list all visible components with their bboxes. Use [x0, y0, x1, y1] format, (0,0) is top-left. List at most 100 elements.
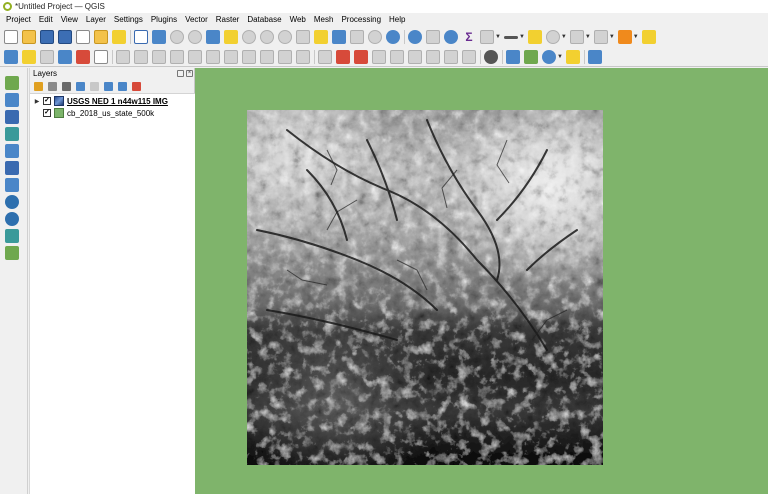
filter-by-expression-icon[interactable]: [90, 81, 99, 91]
menu-layer[interactable]: Layer: [82, 15, 110, 24]
add-vector-layer-icon[interactable]: [5, 76, 19, 90]
measure-icon[interactable]: [480, 30, 494, 44]
quick-osm-icon[interactable]: [484, 49, 498, 64]
remove-layer-icon[interactable]: [132, 81, 141, 91]
collapse-all-icon[interactable]: [118, 81, 127, 91]
menu-help[interactable]: Help: [385, 15, 409, 24]
zoom-last-icon[interactable]: [278, 30, 292, 44]
zoom-in-icon[interactable]: [170, 30, 184, 44]
paste-features-icon[interactable]: [206, 49, 220, 64]
book-icon[interactable]: [587, 49, 602, 64]
layer-item[interactable]: ▶ ✓ USGS NED 1 n44w115 IMG: [30, 95, 196, 107]
add-wcs-icon[interactable]: [5, 229, 19, 243]
new-print-layout-icon[interactable]: [76, 30, 90, 44]
expand-all-icon[interactable]: [104, 81, 113, 91]
manage-map-themes-icon[interactable]: [62, 81, 71, 91]
menu-mesh[interactable]: Mesh: [310, 15, 338, 24]
zoom-to-layer-icon[interactable]: [242, 30, 256, 44]
diagram-tool-icon[interactable]: [390, 49, 404, 64]
deselect-icon[interactable]: [593, 30, 608, 44]
label-toolbar-icon[interactable]: [260, 49, 274, 64]
zoom-next-icon[interactable]: [296, 30, 310, 44]
clock-icon[interactable]: [368, 30, 382, 44]
dropdown-arrow-icon[interactable]: ▼: [585, 34, 591, 40]
current-edits-icon[interactable]: [58, 49, 72, 64]
label-tool-icon[interactable]: [372, 49, 386, 64]
move-label-icon[interactable]: [318, 49, 332, 64]
map-canvas[interactable]: [195, 68, 768, 494]
menu-vector[interactable]: Vector: [181, 15, 212, 24]
pan-icon[interactable]: [134, 30, 148, 44]
copy-features-icon[interactable]: [188, 49, 202, 64]
open-project-icon[interactable]: [22, 30, 36, 44]
add-wms-icon[interactable]: [5, 195, 19, 209]
new-project-icon[interactable]: [4, 30, 18, 44]
show-hide-labels-icon[interactable]: [296, 49, 310, 64]
pan-to-selection-icon[interactable]: [152, 30, 166, 44]
layer-item[interactable]: ✓ cb_2018_us_state_500k: [30, 107, 196, 119]
refresh-icon[interactable]: [386, 30, 400, 44]
python-console-icon[interactable]: [506, 49, 520, 64]
digitize-icon[interactable]: [40, 49, 54, 64]
cut-features-icon[interactable]: [170, 49, 184, 64]
select-features-icon[interactable]: [569, 30, 584, 44]
zoom-native-icon[interactable]: [260, 30, 274, 44]
layer-visibility-checkbox[interactable]: ✓: [43, 109, 51, 117]
vertex-tool-icon[interactable]: [134, 49, 148, 64]
dropdown-arrow-icon[interactable]: ▼: [519, 34, 525, 40]
dropdown-arrow-icon[interactable]: ▼: [633, 34, 639, 40]
help-icon[interactable]: [565, 49, 580, 64]
float-panel-icon[interactable]: [177, 70, 184, 77]
add-postgis-icon[interactable]: [5, 144, 19, 158]
menu-settings[interactable]: Settings: [110, 15, 147, 24]
temporal-controller-icon[interactable]: [350, 30, 364, 44]
menu-web[interactable]: Web: [286, 15, 310, 24]
data-source-manager-icon[interactable]: [4, 49, 18, 64]
highlight-icon[interactable]: [426, 49, 440, 64]
redo-icon[interactable]: [242, 49, 256, 64]
add-mesh-layer-icon[interactable]: [5, 110, 19, 124]
close-panel-icon[interactable]: ×: [186, 70, 193, 77]
identify-icon[interactable]: [408, 30, 422, 44]
menu-project[interactable]: Project: [2, 15, 35, 24]
attribute-table-icon[interactable]: [426, 30, 440, 44]
save-edits-icon[interactable]: [94, 49, 108, 64]
add-feature-icon[interactable]: [116, 49, 130, 64]
layout-manager-icon[interactable]: [94, 30, 108, 44]
filter-legend-icon[interactable]: [76, 81, 85, 91]
select-by-expression-icon[interactable]: [617, 30, 632, 44]
settings-icon[interactable]: [444, 30, 458, 44]
zoom-out-icon[interactable]: [188, 30, 202, 44]
dropdown-arrow-icon[interactable]: ▼: [609, 34, 615, 40]
statistics-icon[interactable]: Σ: [462, 30, 476, 44]
menu-raster[interactable]: Raster: [212, 15, 244, 24]
select-location-icon[interactable]: [641, 30, 656, 44]
save-project-icon[interactable]: [40, 30, 54, 44]
label-icon[interactable]: [527, 30, 542, 44]
open-layer-styling-icon[interactable]: [34, 81, 43, 91]
zoom-full-icon[interactable]: [206, 30, 220, 44]
dropdown-arrow-icon[interactable]: ▼: [495, 34, 501, 40]
text-annotation-icon[interactable]: [545, 30, 560, 44]
plugin-icon[interactable]: [524, 49, 538, 64]
change-label-icon[interactable]: [354, 49, 368, 64]
undo-icon[interactable]: [224, 49, 238, 64]
menu-edit[interactable]: Edit: [35, 15, 57, 24]
annotation-icon[interactable]: [503, 35, 518, 39]
menu-database[interactable]: Database: [243, 15, 285, 24]
add-vector-tile-icon[interactable]: [5, 246, 19, 260]
label-visibility-icon[interactable]: [462, 49, 476, 64]
add-spatialite-icon[interactable]: [5, 161, 19, 175]
label-properties-icon[interactable]: [444, 49, 458, 64]
rotate-icon[interactable]: [542, 49, 556, 64]
expand-arrow-icon[interactable]: ▶: [33, 98, 41, 105]
callout-tool-icon[interactable]: [408, 49, 422, 64]
add-group-icon[interactable]: [48, 81, 57, 91]
menu-plugins[interactable]: Plugins: [147, 15, 181, 24]
layer-visibility-checkbox[interactable]: ✓: [43, 97, 51, 105]
toggle-editing-icon[interactable]: [76, 49, 90, 64]
dropdown-arrow-icon[interactable]: ▼: [561, 34, 567, 40]
add-wfs-icon[interactable]: [5, 212, 19, 226]
menu-view[interactable]: View: [57, 15, 82, 24]
new-geopackage-icon[interactable]: [22, 49, 36, 64]
